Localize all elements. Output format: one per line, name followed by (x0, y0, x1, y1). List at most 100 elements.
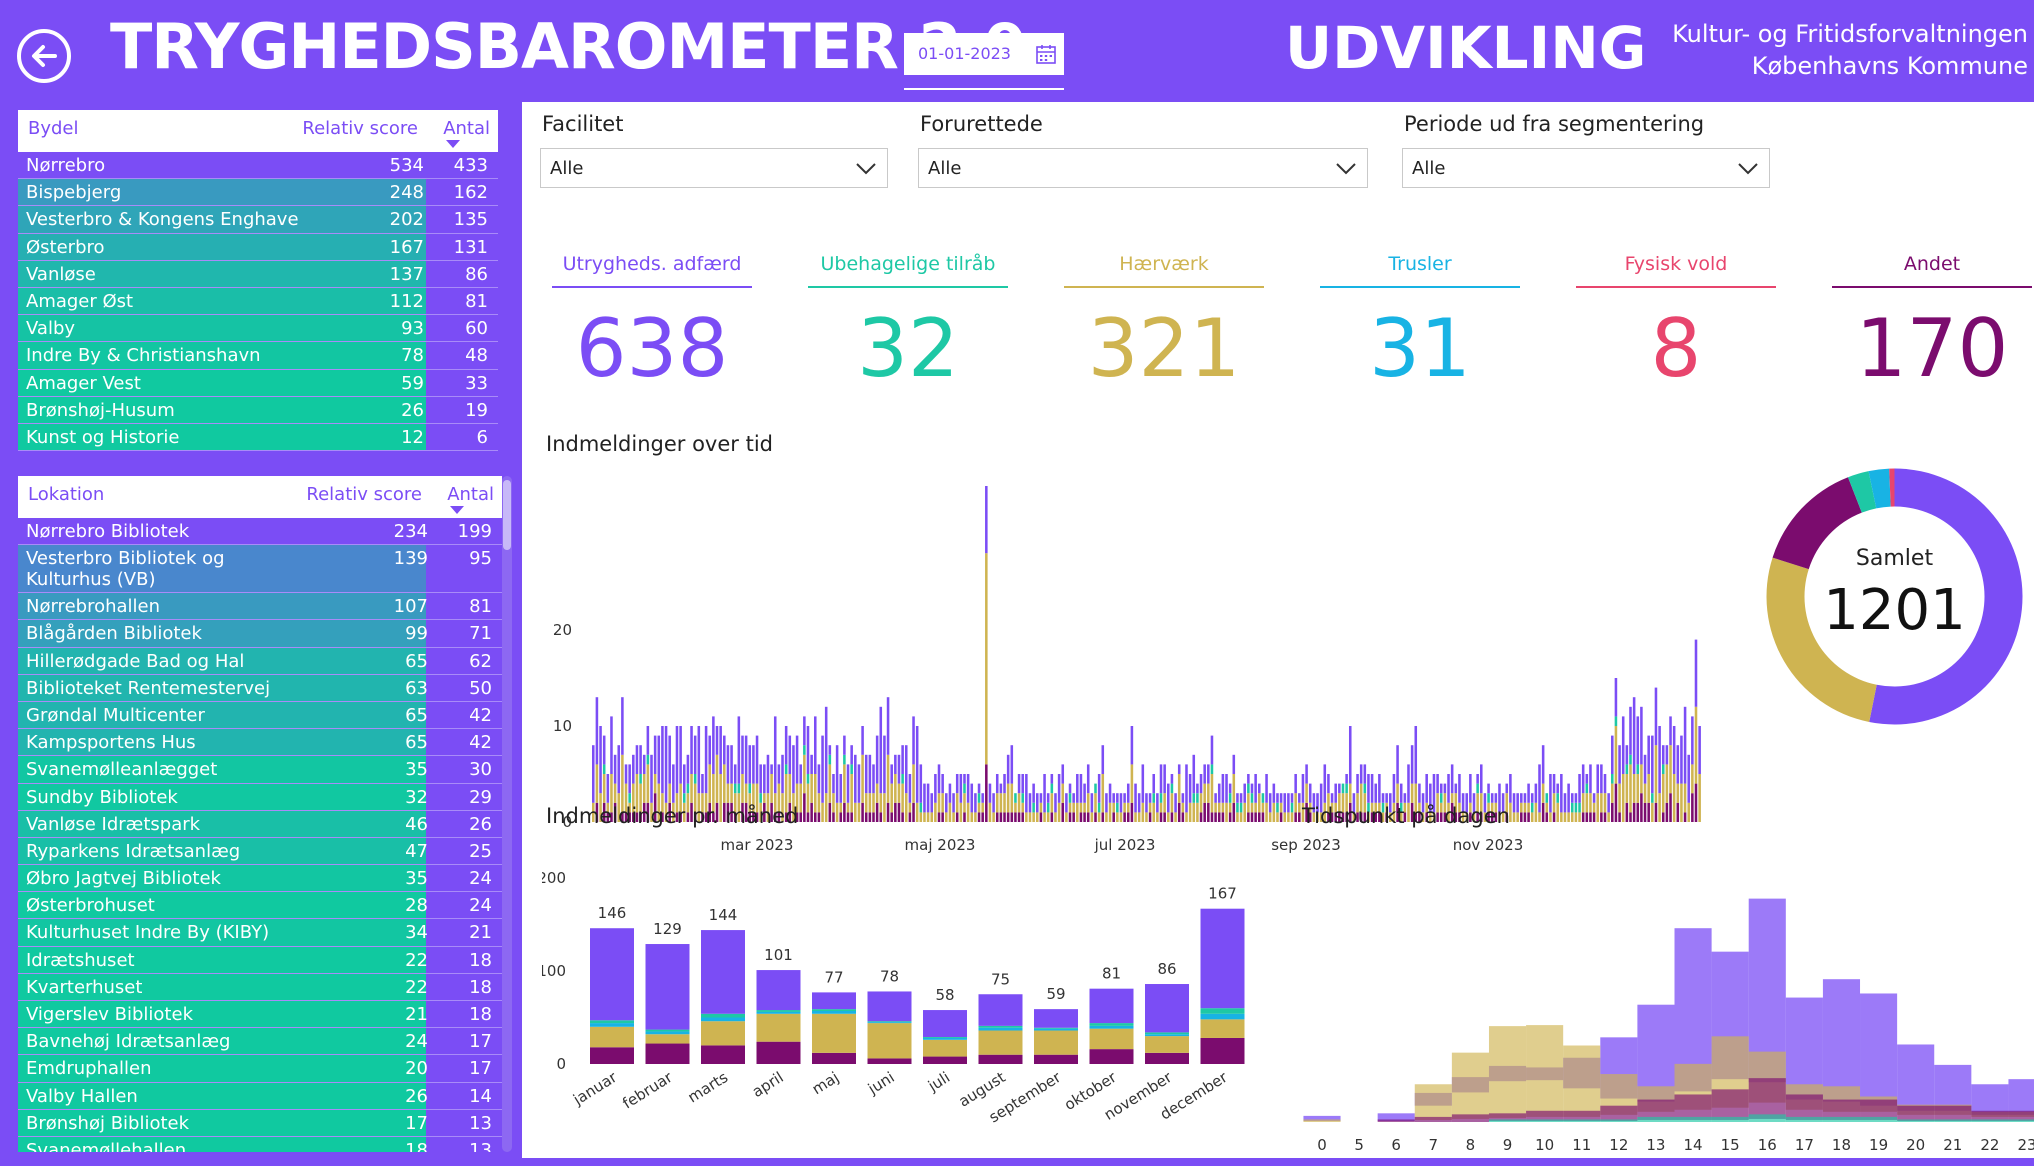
kpi-card[interactable]: Utrygheds. adfærd 638 (552, 242, 752, 395)
day-bar[interactable] (1006, 754, 1010, 822)
monthly-chart[interactable]: 0 100 200 146 januar 129 februar 144 marts 101 apr… (542, 832, 1282, 1157)
day-bar[interactable] (1669, 716, 1672, 822)
day-bar[interactable] (857, 764, 861, 822)
day-bar[interactable] (1283, 793, 1287, 822)
day-bar[interactable] (1239, 793, 1243, 822)
day-bar[interactable] (1647, 735, 1650, 822)
table-row[interactable]: Kampsportens Hus 65 42 (18, 729, 502, 757)
bydel-table[interactable]: Bydel Relativ score Antal Nørrebro 534 433… (18, 110, 498, 452)
day-bar[interactable] (915, 726, 919, 822)
day-bar[interactable] (1691, 716, 1694, 822)
kpi-card[interactable]: Andet 170 (1832, 242, 2032, 395)
day-bar[interactable] (1090, 793, 1094, 822)
table-row[interactable]: Østerbrohuset 28 24 (18, 892, 502, 920)
day-bar[interactable] (1272, 783, 1276, 822)
day-bar[interactable] (1119, 793, 1123, 822)
table-row[interactable]: Kvarterhuset 22 18 (18, 973, 502, 1001)
day-bar[interactable] (1545, 793, 1549, 822)
day-bar[interactable] (810, 754, 813, 822)
day-bar[interactable] (1185, 764, 1188, 822)
day-bar[interactable] (1221, 774, 1225, 822)
table-row[interactable]: Kulturhuset Indre By (KIBY) 34 21 (18, 919, 502, 947)
day-bar[interactable] (945, 793, 948, 822)
day-bar[interactable] (1145, 793, 1148, 822)
day-bar[interactable] (959, 774, 963, 822)
day-bar[interactable] (1054, 793, 1057, 822)
day-bar[interactable] (1247, 774, 1250, 822)
day-bar[interactable] (1629, 706, 1632, 822)
day-bar[interactable] (839, 774, 843, 822)
kpi-card[interactable]: Trusler 31 (1320, 242, 1520, 395)
day-bar[interactable] (1276, 793, 1279, 822)
day-bar[interactable] (901, 745, 904, 822)
day-bar[interactable] (824, 706, 828, 822)
day-bar[interactable] (1596, 764, 1600, 822)
kpi-card[interactable]: Hærværk 321 (1064, 242, 1264, 395)
day-bar[interactable] (1651, 735, 1654, 822)
day-bar[interactable] (875, 735, 879, 822)
day-bar[interactable] (1199, 774, 1203, 822)
day-bar[interactable] (1177, 764, 1181, 822)
table-row[interactable]: Vigerslev Bibliotek 21 18 (18, 1001, 502, 1029)
day-bar[interactable] (1585, 774, 1589, 822)
table-row[interactable]: Idrætshuset 22 18 (18, 946, 502, 974)
periode-dropdown[interactable]: Alle (1402, 148, 1770, 188)
day-bar[interactable] (934, 774, 937, 822)
day-bar[interactable] (814, 716, 817, 822)
day-bar[interactable] (1614, 678, 1618, 822)
hourly-chart[interactable]: 0 5 6 7 8 9 10 11 12 13 14 15 16 17 18 19 20 21 22 23 (1302, 832, 2034, 1157)
day-bar[interactable] (1065, 793, 1068, 822)
sort-desc-icon[interactable] (450, 506, 464, 514)
day-bar[interactable] (930, 793, 934, 822)
day-bar[interactable] (1530, 793, 1534, 822)
day-bar[interactable] (919, 764, 923, 822)
day-bar[interactable] (799, 764, 802, 822)
day-bar[interactable] (981, 793, 984, 822)
day-bar[interactable] (1148, 793, 1152, 822)
table-row[interactable]: Hillerødgade Bad og Hal 65 62 (18, 647, 502, 675)
day-bar[interactable] (1068, 783, 1072, 822)
month-bar[interactable] (645, 944, 690, 1064)
day-bar[interactable] (897, 754, 901, 822)
day-bar[interactable] (1050, 774, 1054, 822)
day-bar[interactable] (864, 754, 868, 822)
day-bar[interactable] (1570, 793, 1574, 822)
day-bar[interactable] (1298, 793, 1301, 822)
day-bar[interactable] (1698, 726, 1701, 822)
day-bar[interactable] (1021, 774, 1024, 822)
day-bar[interactable] (1578, 774, 1581, 822)
day-bar[interactable] (803, 716, 806, 822)
sort-desc-icon[interactable] (446, 140, 460, 148)
day-bar[interactable] (952, 793, 955, 822)
scrollbar-track[interactable] (502, 476, 512, 1152)
day-bar[interactable] (1159, 764, 1163, 822)
day-bar[interactable] (1039, 793, 1043, 822)
day-bar[interactable] (1258, 783, 1261, 822)
day-bar[interactable] (1134, 783, 1137, 822)
day-bar[interactable] (1203, 764, 1206, 822)
day-bar[interactable] (970, 783, 974, 822)
day-bar[interactable] (1672, 726, 1676, 822)
day-bar[interactable] (1516, 793, 1519, 822)
month-bar[interactable] (923, 1010, 967, 1064)
table-row[interactable]: Valby 93 60 (18, 315, 498, 343)
table-row[interactable]: Brønshøj Bibliotek 17 13 (18, 1109, 502, 1137)
day-bar[interactable] (1552, 774, 1556, 822)
day-bar[interactable] (850, 745, 853, 822)
day-bar[interactable] (1250, 783, 1254, 822)
table-row[interactable]: Amager Vest 59 33 (18, 369, 498, 397)
table-row[interactable]: Nørrebro Bibliotek 234 199 (18, 518, 502, 546)
month-bar[interactable] (701, 930, 745, 1064)
day-bar[interactable] (1676, 745, 1680, 822)
day-bar[interactable] (1174, 793, 1177, 822)
day-bar[interactable] (974, 793, 977, 822)
table-row[interactable]: Grøndal Multicenter 65 42 (18, 701, 502, 730)
col-relativ-score[interactable]: Relativ score (306, 484, 422, 505)
table-row[interactable]: Biblioteket Rentemestervej 63 50 (18, 674, 502, 702)
day-bar[interactable] (999, 783, 1003, 822)
day-bar[interactable] (908, 774, 912, 822)
day-bar[interactable] (1541, 745, 1545, 822)
day-bar[interactable] (1294, 774, 1297, 822)
day-bar[interactable] (1512, 793, 1516, 822)
table-row[interactable]: Nørrebrohallen 107 81 (18, 593, 502, 621)
